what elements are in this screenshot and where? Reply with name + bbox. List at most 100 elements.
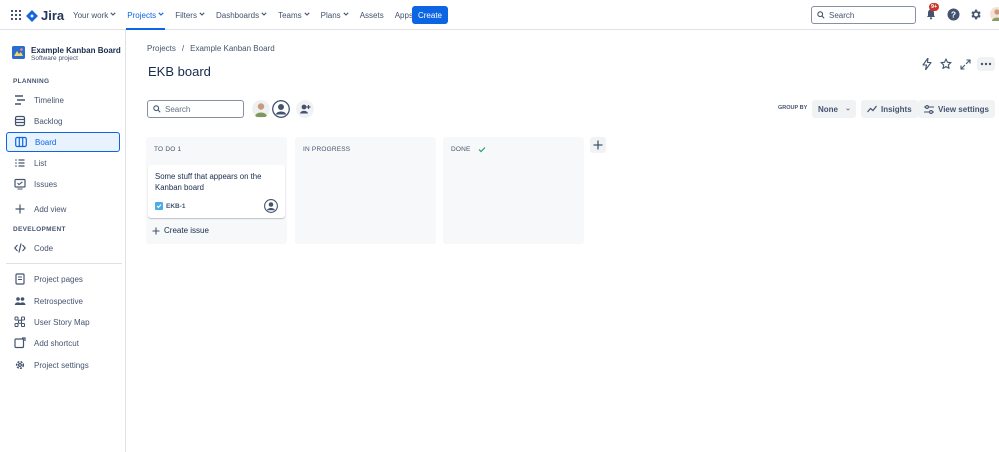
top-icons: 9+ ? <box>923 3 999 22</box>
nav-item-label: Filters <box>175 10 197 20</box>
more-icon <box>980 62 992 66</box>
nav-item-filters[interactable]: Filters <box>172 0 208 30</box>
chevron-down-icon <box>110 12 116 18</box>
sidebar-item-label: Backlog <box>34 116 63 126</box>
sidebar: Example Kanban Board Software project PL… <box>0 30 126 452</box>
star-button[interactable] <box>939 57 953 71</box>
nav-item-plans[interactable]: Plans <box>318 0 352 30</box>
svg-text:?: ? <box>950 9 955 19</box>
gear-icon <box>14 359 26 371</box>
issue-key-label: EKB-1 <box>166 202 186 210</box>
timeline-icon <box>14 94 26 106</box>
automation-button[interactable] <box>920 57 934 71</box>
view-settings-button[interactable]: View settings <box>918 100 995 118</box>
column-header-in-progress: IN PROGRESS <box>303 146 350 153</box>
sidebar-item-project-pages[interactable]: Project pages <box>6 269 120 289</box>
jira-logo-icon <box>26 9 38 22</box>
issue-key: EKB-1 <box>155 202 186 210</box>
unassigned-avatar-icon[interactable] <box>264 199 278 213</box>
nav-menu: Your work Projects Filters Dashboards Teams P… <box>70 0 429 30</box>
jira-logo[interactable]: Jira <box>26 8 64 23</box>
column-in-progress: IN PROGRESS <box>295 137 436 244</box>
sidebar-item-code[interactable]: Code <box>6 238 120 258</box>
group-by-dropdown[interactable]: None <box>812 100 856 118</box>
create-issue-button[interactable]: Create issue <box>152 226 209 235</box>
star-icon <box>940 58 952 69</box>
add-shortcut-icon <box>14 337 26 349</box>
insights-button[interactable]: Insights <box>861 100 918 118</box>
add-column-button[interactable] <box>590 137 606 153</box>
sidebar-item-retrospective[interactable]: Retrospective <box>6 291 120 311</box>
logo-text: Jira <box>41 8 65 23</box>
nav-item-your-work[interactable]: Your work <box>70 0 119 30</box>
breadcrumb-project[interactable]: Example Kanban Board <box>190 44 275 53</box>
insights-label: Insights <box>881 104 912 114</box>
breadcrumb: Projects / Example Kanban Board <box>147 44 275 53</box>
create-issue-label: Create issue <box>164 226 209 235</box>
search-icon <box>153 105 161 113</box>
sidebar-item-label: Project pages <box>34 274 83 284</box>
sidebar-item-label: List <box>34 158 47 168</box>
notifications-button[interactable]: 9+ <box>923 3 940 22</box>
check-icon <box>478 147 486 153</box>
issue-card[interactable]: Some stuff that appears on the Kanban bo… <box>148 165 285 218</box>
sidebar-item-project-settings[interactable]: Project settings <box>6 355 120 375</box>
sidebar-item-backlog[interactable]: Backlog <box>6 111 120 131</box>
global-search-input[interactable]: Search <box>811 6 916 24</box>
column-title: TO DO 1 <box>154 146 182 153</box>
settings-button[interactable] <box>967 6 983 22</box>
group-by-label: GROUP BY <box>778 105 808 111</box>
view-settings-label: View settings <box>938 104 989 114</box>
column-title: IN PROGRESS <box>303 146 351 153</box>
column-header-todo: TO DO 1 <box>154 146 181 153</box>
sidebar-divider <box>6 263 122 264</box>
sidebar-item-add-view[interactable]: Add view <box>6 199 120 219</box>
sidebar-item-label: Board <box>35 137 57 147</box>
notification-badge: 9+ <box>929 3 940 11</box>
nav-item-dashboards[interactable]: Dashboards <box>213 0 270 30</box>
nav-item-label: Dashboards <box>215 10 260 20</box>
nav-item-projects[interactable]: Projects <box>124 0 167 30</box>
sidebar-item-board[interactable]: Board <box>6 132 120 152</box>
task-checkbox-icon <box>155 202 163 210</box>
board-icon <box>15 136 27 148</box>
chevron-down-icon <box>846 107 850 111</box>
nav-item-label: Plans <box>320 10 341 20</box>
sidebar-item-add-shortcut[interactable]: Add shortcut <box>6 333 120 353</box>
app-switcher-icon[interactable] <box>11 10 21 20</box>
profile-avatar[interactable] <box>989 6 999 22</box>
chevron-down-icon <box>343 12 349 18</box>
top-navigation: Jira Your work Projects Filters Dashboards T… <box>0 0 999 30</box>
breadcrumb-projects[interactable]: Projects <box>147 44 176 53</box>
plus-icon <box>14 203 26 215</box>
project-header[interactable]: Example Kanban Board Software project <box>12 46 121 62</box>
development-header: DEVELOPMENT <box>13 226 66 233</box>
nav-item-assets[interactable]: Assets <box>357 0 387 30</box>
user-avatar-filter[interactable] <box>252 100 270 118</box>
create-button[interactable]: Create <box>412 6 448 24</box>
issues-icon <box>14 178 26 190</box>
code-icon <box>14 242 26 254</box>
breadcrumb-separator: / <box>181 44 185 53</box>
more-button[interactable] <box>977 57 995 71</box>
add-people-icon[interactable] <box>296 100 314 118</box>
nav-item-label: Assets <box>359 10 384 20</box>
people-icon <box>14 295 26 307</box>
sidebar-item-user-story-map[interactable]: User Story Map <box>6 312 120 332</box>
sidebar-item-label: Issues <box>34 179 58 189</box>
sidebar-item-issues[interactable]: Issues <box>6 174 120 194</box>
sidebar-item-timeline[interactable]: Timeline <box>6 90 120 110</box>
column-title: DONE <box>451 146 471 153</box>
chevron-down-icon <box>304 12 310 18</box>
fullscreen-button[interactable] <box>958 57 972 71</box>
page-title: EKB board <box>148 64 211 79</box>
nav-item-teams[interactable]: Teams <box>275 0 313 30</box>
sidebar-item-label: Timeline <box>34 95 64 105</box>
unassigned-avatar-filter[interactable] <box>272 100 290 118</box>
column-done: DONE <box>443 137 584 244</box>
board-search-input[interactable]: Search <box>147 100 244 118</box>
help-button[interactable]: ? <box>945 6 961 22</box>
story-map-icon <box>14 316 26 328</box>
sidebar-item-list[interactable]: List <box>6 153 120 173</box>
global-search-placeholder: Search <box>829 10 855 20</box>
